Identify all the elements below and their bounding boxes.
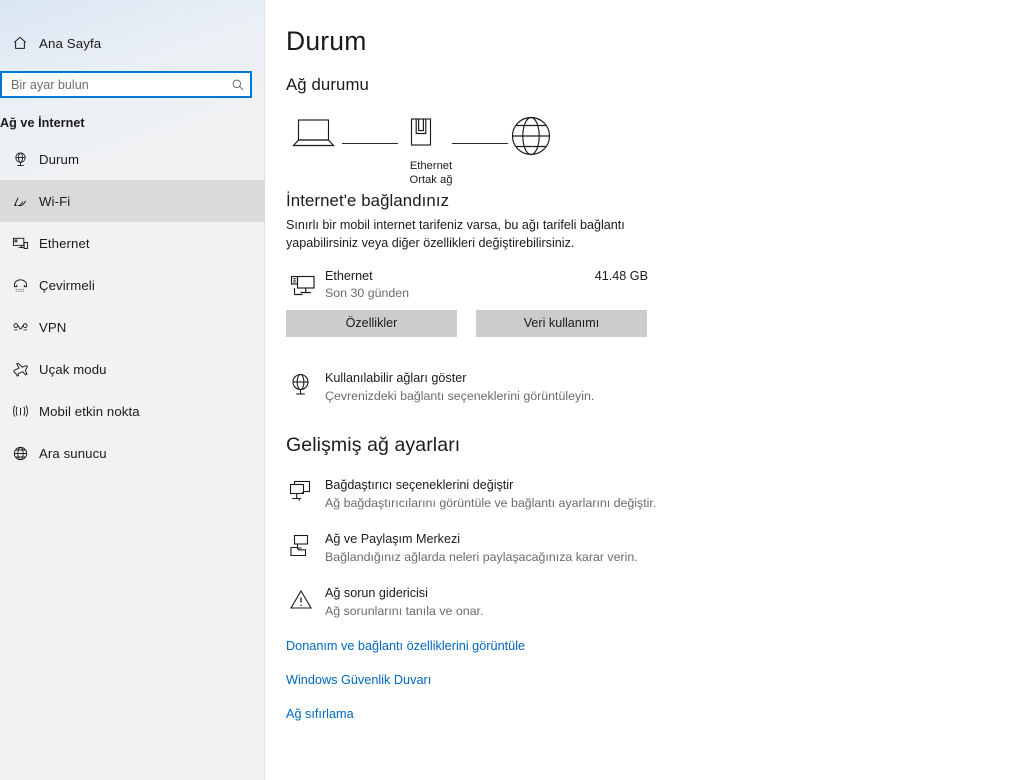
dialup-icon [5, 277, 35, 294]
data-usage-button[interactable]: Veri kullanımı [476, 310, 647, 337]
sharing-center-icon [288, 533, 314, 564]
show-networks-title: Kullanılabilir ağları göster [325, 371, 467, 385]
network-diagram: Ethernet Ortak ağ [286, 109, 561, 187]
sidebar-item-home-label: Ana Sayfa [39, 35, 102, 51]
network-troubleshooter-title: Ağ sorun gidericisi [325, 586, 428, 600]
warning-triangle-icon [288, 587, 314, 618]
show-networks-sub: Çevrenizdeki bağlantı seçeneklerini görü… [325, 389, 595, 403]
sharing-center-item[interactable]: Ağ ve Paylaşım Merkezi Bağlandığınız ağl… [286, 531, 756, 565]
data-usage-row: Ethernet Son 30 günden 41.48 GB [286, 269, 648, 303]
main-content: Durum Ağ durumu Ethernet Ortak ağ İntern… [265, 0, 1024, 780]
connection-description: Sınırlı bir mobil internet tarifeniz var… [286, 218, 625, 250]
show-available-networks[interactable]: Kullanılabilir ağları göster Çevrenizdek… [286, 370, 706, 404]
proxy-globe-icon [5, 445, 35, 462]
usage-adapter-name: Ethernet [325, 269, 373, 283]
sidebar-item-ethernet-label: Ethernet [39, 235, 90, 251]
sidebar-item-ara-sunucu[interactable]: Ara sunucu [0, 432, 265, 474]
sidebar-item-cevirmeli-label: Çevirmeli [39, 277, 95, 293]
sidebar-item-ethernet[interactable]: Ethernet [0, 222, 265, 264]
sidebar-nav-list: Durum Wi-Fi Ethernet Çevirmeli VPN Uçak … [0, 138, 265, 474]
ethernet-icon [5, 235, 35, 252]
diagram-caption-line2: Ortak ağ [409, 174, 453, 186]
available-networks-icon [289, 372, 315, 403]
ethernet-monitor-icon [289, 272, 317, 305]
advanced-settings-heading: Gelişmiş ağ ayarları [286, 434, 461, 456]
airplane-icon [5, 361, 35, 378]
sidebar-item-home[interactable]: Ana Sayfa [0, 28, 264, 58]
adapter-options-sub: Ağ bağdaştırıcılarını görüntüle ve bağla… [325, 496, 657, 510]
sidebar-item-mobil-etkin-nokta-label: Mobil etkin nokta [39, 403, 140, 419]
sidebar-item-ucak-modu-label: Uçak modu [39, 361, 107, 377]
wifi-icon [5, 193, 35, 210]
laptop-icon [291, 115, 338, 156]
network-reset-link[interactable]: Ağ sıfırlama [286, 707, 354, 721]
adapter-options-title: Bağdaştırıcı seçeneklerini değiştir [325, 478, 514, 492]
sidebar-item-wifi-label: Wi-Fi [39, 193, 71, 209]
settings-window: Ana Sayfa Ağ ve İnternet [0, 0, 1024, 780]
sharing-center-sub: Bağlandığınız ağlarda neleri paylaşacağı… [325, 550, 638, 564]
sidebar-group-title: Ağ ve İnternet [0, 116, 85, 130]
network-status-heading: Ağ durumu [286, 75, 369, 94]
sidebar-item-vpn-label: VPN [39, 319, 67, 335]
search-input-wrapper[interactable] [0, 71, 252, 98]
usage-amount: 41.48 GB [594, 269, 648, 283]
hardware-properties-link[interactable]: Donanım ve bağlantı özelliklerini görünt… [286, 639, 525, 653]
sidebar-item-ucak-modu[interactable]: Uçak modu [0, 348, 265, 390]
diagram-link-line-2 [452, 143, 508, 144]
properties-button[interactable]: Özellikler [286, 310, 457, 337]
adapter-options-icon [288, 479, 314, 510]
diagram-caption: Ethernet Ortak ağ [376, 159, 486, 187]
sidebar-item-wifi[interactable]: Wi-Fi [0, 180, 265, 222]
sidebar-item-cevirmeli[interactable]: Çevirmeli [0, 264, 265, 306]
sidebar-item-mobil-etkin-nokta[interactable]: Mobil etkin nokta [0, 390, 265, 432]
diagram-link-line-1 [342, 143, 398, 144]
page-title: Durum [286, 26, 367, 56]
sidebar-item-durum-label: Durum [39, 151, 80, 167]
usage-period: Son 30 günden [325, 286, 410, 300]
sidebar-item-vpn[interactable]: VPN [0, 306, 265, 348]
vpn-icon [5, 319, 35, 336]
globe-icon [508, 113, 554, 164]
sidebar-item-ara-sunucu-label: Ara sunucu [39, 445, 107, 461]
ethernet-port-icon [406, 111, 436, 160]
windows-firewall-link[interactable]: Windows Güvenlik Duvarı [286, 673, 431, 687]
diagram-caption-line1: Ethernet [409, 160, 453, 172]
sidebar-item-durum[interactable]: Durum [0, 138, 265, 180]
hotspot-icon [5, 403, 35, 420]
search-input[interactable] [9, 71, 224, 98]
network-troubleshooter-item[interactable]: Ağ sorun gidericisi Ağ sorunlarını tanıl… [286, 585, 756, 619]
adapter-options-item[interactable]: Bağdaştırıcı seçeneklerini değiştir Ağ b… [286, 477, 756, 511]
sharing-center-title: Ağ ve Paylaşım Merkezi [325, 532, 461, 546]
action-button-row: Özellikler Veri kullanımı [286, 310, 1024, 337]
home-icon [5, 35, 35, 51]
network-status-icon [5, 151, 35, 168]
connection-heading: İnternet'e bağlandınız [286, 191, 450, 210]
search-icon[interactable] [231, 78, 245, 92]
sidebar: Ana Sayfa Ağ ve İnternet [0, 0, 265, 780]
network-troubleshooter-sub: Ağ sorunlarını tanıla ve onar. [325, 604, 484, 618]
